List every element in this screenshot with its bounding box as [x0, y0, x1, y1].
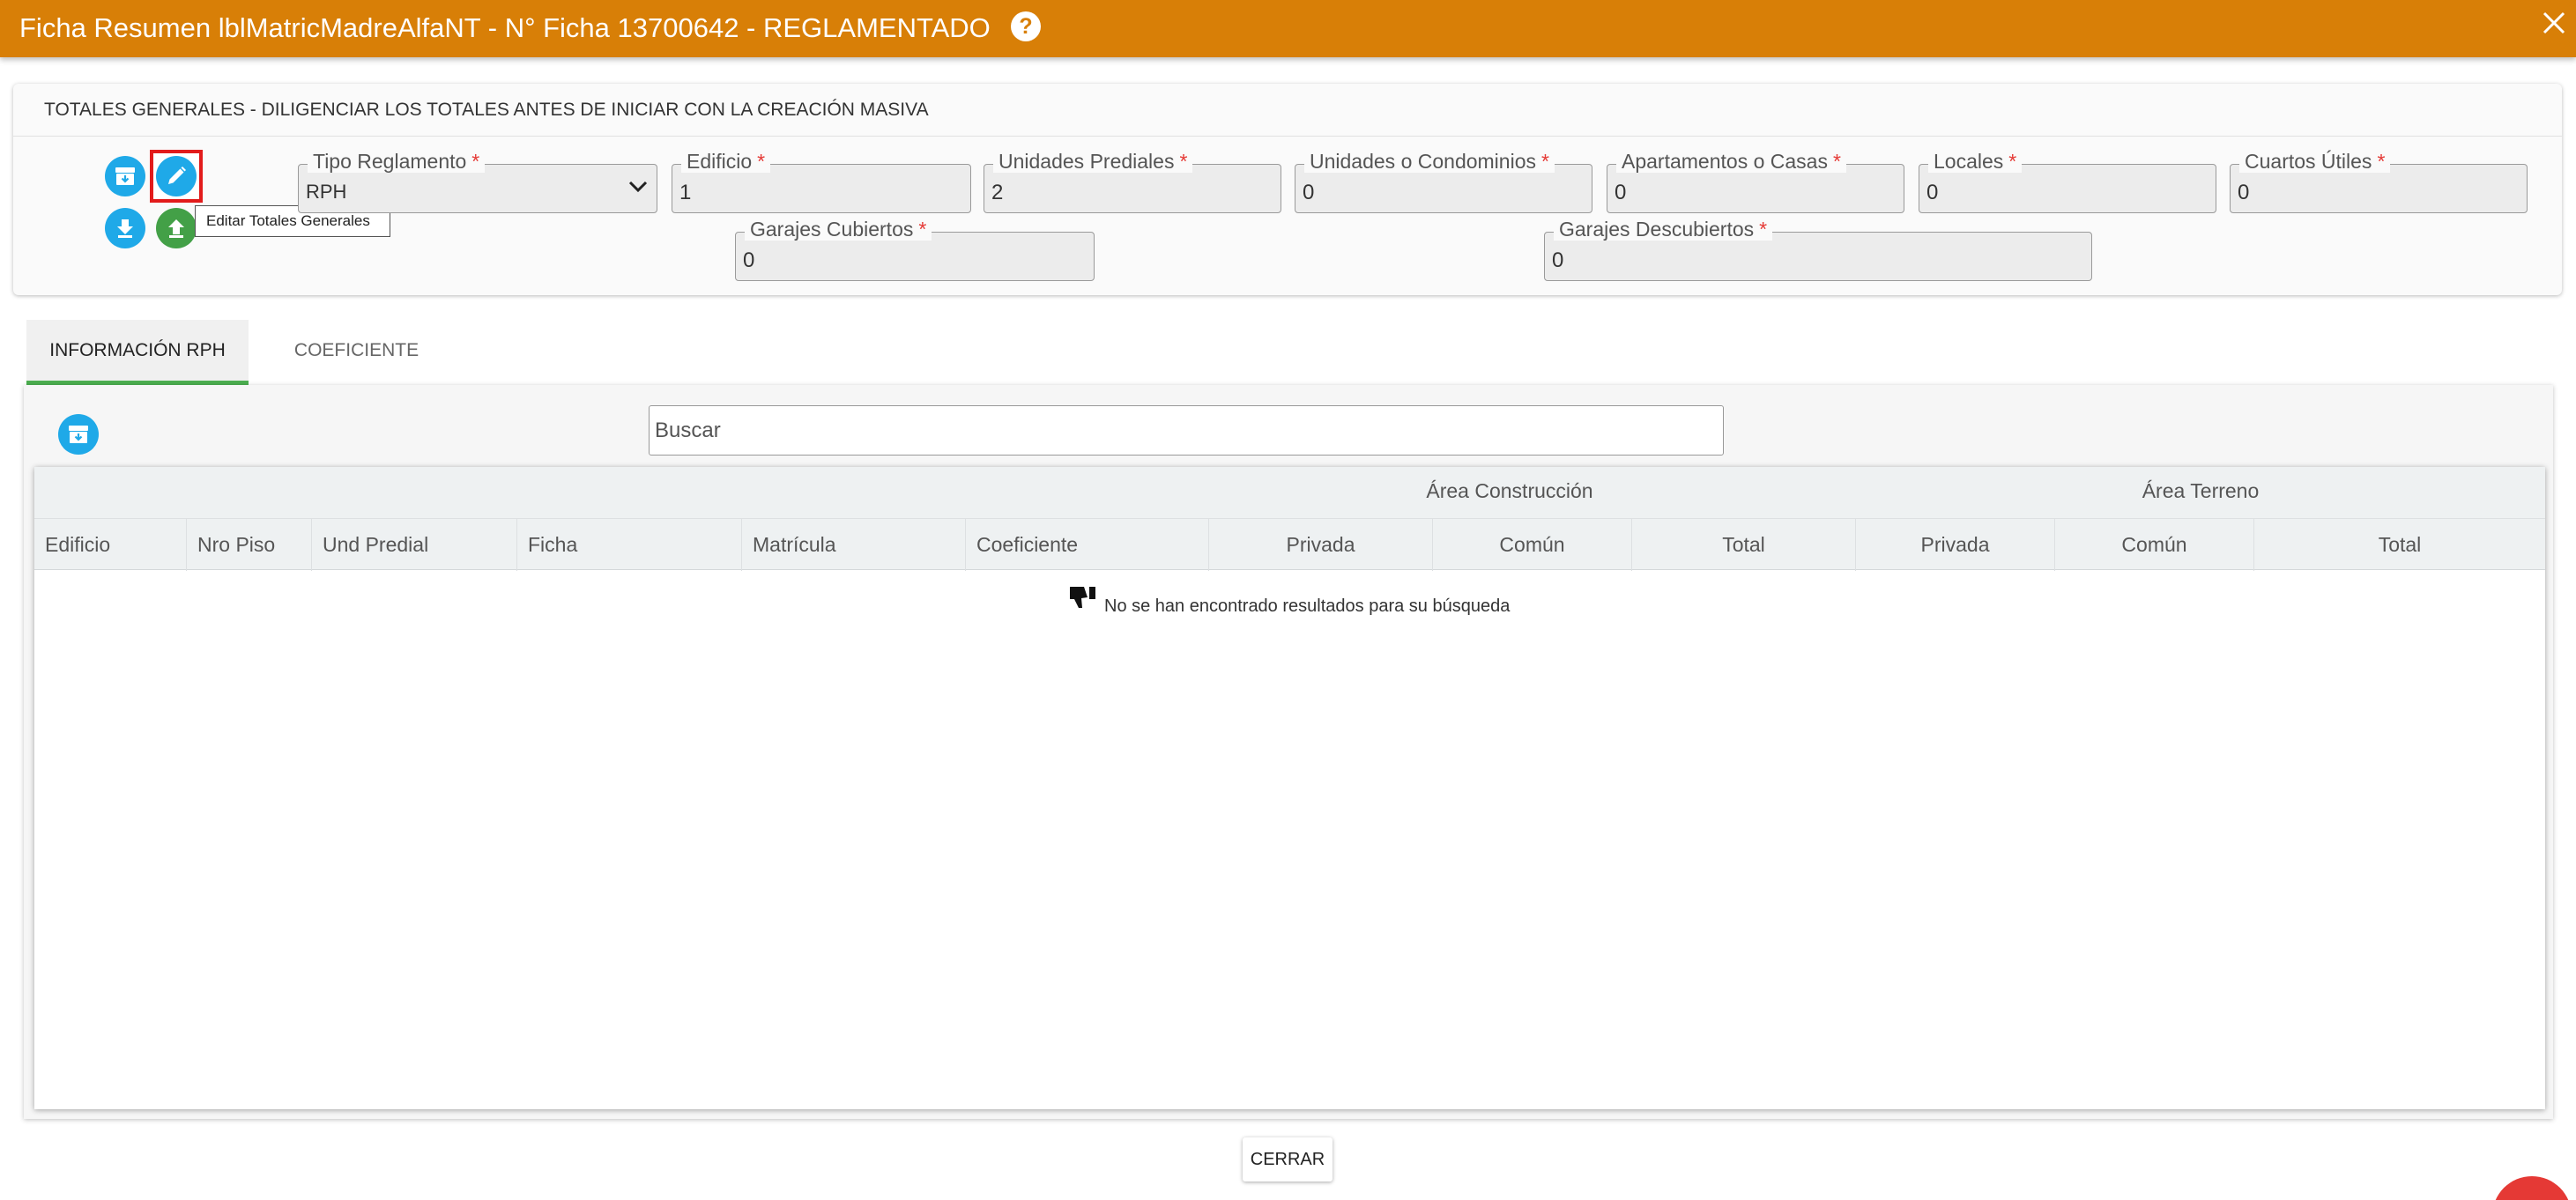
apartamentos-casas-value: 0 [1615, 181, 1627, 204]
locales-field[interactable]: Locales * 0 [1919, 150, 2216, 213]
card-header: TOTALES GENERALES - DILIGENCIAR LOS TOTA… [13, 84, 2562, 137]
col-terreno-privada[interactable]: Privada [1855, 519, 2054, 571]
locales-value: 0 [1926, 181, 1939, 204]
table-header: Área Construcción Área Terreno Edificio … [34, 467, 2545, 571]
thumbs-down-icon [1070, 587, 1095, 608]
col-construccion-privada[interactable]: Privada [1208, 519, 1432, 571]
archive-icon [115, 167, 135, 185]
rph-table: Área Construcción Área Terreno Edificio … [34, 467, 2545, 1109]
floating-action-button[interactable] [2492, 1176, 2572, 1200]
col-ficha[interactable]: Ficha [516, 519, 741, 571]
garajes-descubiertos-value: 0 [1552, 248, 1564, 272]
col-construccion-comun[interactable]: Común [1432, 519, 1631, 571]
apartamentos-casas-label: Apartamentos o Casas * [1616, 150, 1846, 173]
dialog-title-bar: Ficha Resumen lblMatricMadreAlfaNT - N° … [0, 0, 2576, 57]
col-und-predial[interactable]: Und Predial [311, 519, 516, 571]
tipo-reglamento-select[interactable]: Tipo Reglamento * RPH [298, 150, 657, 213]
col-edificio[interactable]: Edificio [34, 519, 186, 571]
help-icon[interactable]: ? [1011, 11, 1041, 41]
garajes-descubiertos-field[interactable]: Garajes Descubiertos * 0 [1544, 218, 2092, 281]
download-button[interactable] [105, 208, 145, 248]
download-icon [117, 219, 133, 238]
archive-rph-button[interactable] [58, 414, 99, 455]
archive-icon [69, 426, 88, 443]
pencil-icon [168, 167, 186, 184]
totales-header-text: TOTALES GENERALES - DILIGENCIAR LOS TOTA… [44, 100, 929, 120]
col-terreno-total[interactable]: Total [2253, 519, 2545, 571]
edificio-field[interactable]: Edificio * 1 [672, 150, 971, 213]
col-nro-piso[interactable]: Nro Piso [186, 519, 311, 571]
tab-informacion-rph[interactable]: INFORMACIÓN RPH [26, 320, 249, 385]
unidades-condominios-label: Unidades o Condominios * [1304, 150, 1555, 173]
dialog-title: Ficha Resumen lblMatricMadreAlfaNT - N° … [19, 12, 991, 43]
search-input[interactable] [649, 405, 1724, 456]
col-construccion-total[interactable]: Total [1631, 519, 1855, 571]
area-construccion-header: Área Construcción [1426, 479, 1593, 502]
apartamentos-casas-field[interactable]: Apartamentos o Casas * 0 [1607, 150, 1904, 213]
close-icon[interactable] [2540, 9, 2568, 37]
edit-totales-button[interactable] [156, 156, 197, 196]
tipo-reglamento-label: Tipo Reglamento * [308, 150, 486, 173]
area-terreno-header: Área Terreno [2142, 479, 2260, 502]
cuartos-utiles-field[interactable]: Cuartos Útiles * 0 [2230, 150, 2528, 213]
garajes-cubiertos-label: Garajes Cubiertos * [745, 218, 932, 241]
col-matricula[interactable]: Matrícula [741, 519, 965, 571]
unidades-prediales-value: 2 [991, 181, 1004, 204]
unidades-prediales-label: Unidades Prediales * [993, 150, 1193, 173]
empty-results-message: No se han encontrado resultados para su … [1104, 596, 1511, 616]
cerrar-button[interactable]: CERRAR [1243, 1137, 1333, 1181]
upload-button[interactable] [156, 208, 197, 248]
garajes-cubiertos-field[interactable]: Garajes Cubiertos * 0 [735, 218, 1095, 281]
col-terreno-comun[interactable]: Común [2054, 519, 2253, 571]
archive-button[interactable] [105, 156, 145, 196]
tipo-reglamento-value: RPH [306, 181, 347, 203]
locales-label: Locales * [1928, 150, 2023, 173]
upload-icon [168, 219, 184, 238]
col-coeficiente[interactable]: Coeficiente [965, 519, 1208, 571]
garajes-cubiertos-value: 0 [743, 248, 755, 272]
cuartos-utiles-value: 0 [2238, 181, 2250, 204]
unidades-condominios-value: 0 [1303, 181, 1315, 204]
garajes-descubiertos-label: Garajes Descubiertos * [1554, 218, 1773, 241]
tab-coeficiente[interactable]: COEFICIENTE [249, 320, 464, 385]
chevron-down-icon [628, 181, 648, 193]
unidades-prediales-field[interactable]: Unidades Prediales * 2 [984, 150, 1281, 213]
column-header-row: Edificio Nro Piso Und Predial Ficha Matr… [34, 518, 2545, 571]
edificio-value: 1 [679, 181, 692, 204]
cuartos-utiles-label: Cuartos Útiles * [2239, 150, 2391, 173]
edificio-label: Edificio * [681, 150, 771, 173]
unidades-condominios-field[interactable]: Unidades o Condominios * 0 [1295, 150, 1592, 213]
